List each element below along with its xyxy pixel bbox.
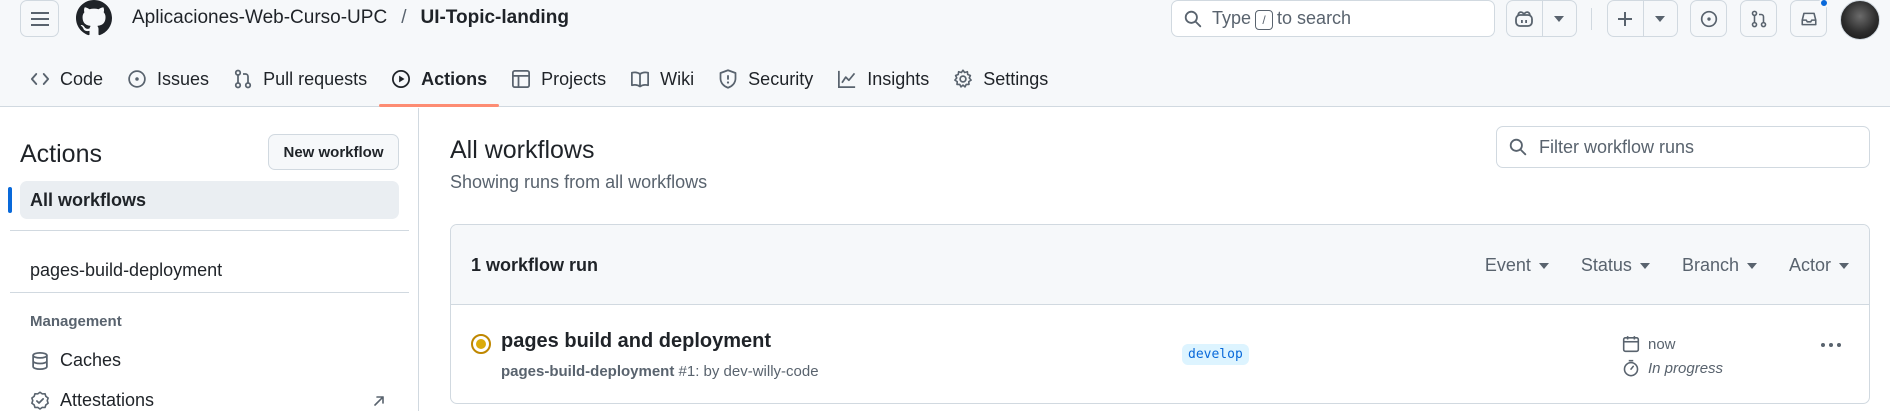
table-icon — [512, 70, 531, 88]
runs-list-header: 1 workflow run Event Status Branch Actor — [451, 225, 1869, 305]
sidebar-item-workflow[interactable]: pages-build-deployment — [30, 260, 222, 281]
tab-insights[interactable]: Insights — [825, 60, 941, 98]
repo-name-link[interactable]: UI-Topic-landing — [420, 7, 568, 29]
issue-opened-icon — [1700, 10, 1717, 27]
run-title-link[interactable]: pages build and deployment — [501, 330, 771, 353]
kebab-dot — [1821, 343, 1825, 347]
copilot-icon[interactable] — [1507, 1, 1542, 36]
chevron-down-icon[interactable] — [1642, 1, 1678, 36]
search-icon — [1184, 10, 1202, 27]
kebab-dot — [1829, 343, 1833, 347]
tab-code[interactable]: Code — [18, 60, 115, 98]
filter-placeholder: Filter workflow runs — [1539, 136, 1695, 157]
shield-icon — [719, 69, 737, 89]
chevron-down-icon — [1639, 262, 1650, 269]
graph-icon — [838, 70, 856, 88]
github-logo-icon[interactable] — [76, 0, 112, 36]
new-workflow-button[interactable]: New workflow — [268, 134, 399, 170]
book-icon — [631, 71, 650, 88]
database-icon — [32, 351, 48, 370]
tab-pull-requests[interactable]: Pull requests — [221, 60, 379, 98]
repo-owner-link[interactable]: Aplicaciones-Web-Curso-UPC — [132, 7, 387, 29]
slash-key: / — [1255, 9, 1274, 30]
sidebar-title: Actions — [20, 140, 102, 168]
inbox-button[interactable] — [1790, 0, 1829, 37]
create-new-button[interactable] — [1607, 0, 1678, 37]
verified-icon — [31, 390, 49, 410]
active-indicator — [8, 187, 12, 213]
code-icon — [30, 73, 50, 85]
run-count: 1 workflow run — [471, 255, 599, 275]
run-duration: In progress — [1622, 359, 1723, 377]
status-filter-dropdown[interactable]: Status — [1581, 255, 1650, 276]
sidebar-divider — [10, 230, 409, 231]
stopwatch-icon — [1623, 359, 1639, 377]
tab-security[interactable]: Security — [706, 60, 825, 98]
tab-settings[interactable]: Settings — [941, 60, 1060, 98]
header-divider — [1591, 8, 1592, 30]
run-meta: pages-build-deployment #1: by dev-willy-… — [501, 363, 819, 380]
avatar[interactable] — [1840, 0, 1880, 40]
issues-button[interactable] — [1690, 0, 1727, 37]
external-link-icon[interactable] — [372, 394, 386, 408]
search-input[interactable]: Type / to search — [1171, 0, 1495, 37]
search-placeholder: Type / to search — [1212, 7, 1352, 30]
notification-dot — [1819, 0, 1829, 8]
play-icon — [392, 70, 411, 88]
run-workflow-name: pages-build-deployment — [501, 363, 675, 380]
menu-button[interactable] — [20, 0, 59, 37]
sidebar-item-caches[interactable]: Caches — [30, 350, 121, 371]
chevron-down-icon — [1746, 262, 1757, 269]
actor-filter-dropdown[interactable]: Actor — [1789, 255, 1849, 276]
chevron-down-icon[interactable] — [1541, 1, 1577, 36]
runs-filters: Event Status Branch Actor — [1485, 255, 1849, 276]
branch-badge[interactable]: develop — [1182, 344, 1249, 365]
sidebar-item-attestations[interactable]: Attestations — [30, 390, 154, 411]
tab-actions[interactable]: Actions — [379, 60, 500, 107]
page-subtitle: Showing runs from all workflows — [450, 172, 708, 192]
hamburger-icon — [30, 11, 49, 26]
gear-icon — [954, 69, 973, 88]
pull-request-icon — [1751, 10, 1766, 27]
tab-projects[interactable]: Projects — [499, 60, 618, 98]
actions-sidebar: Actions New workflow All workflows pages… — [0, 108, 419, 411]
kebab-dot — [1837, 343, 1841, 347]
copilot-button[interactable] — [1506, 0, 1577, 37]
event-filter-dropdown[interactable]: Event — [1485, 255, 1549, 276]
run-options-button[interactable] — [1821, 343, 1841, 347]
issue-icon — [128, 70, 146, 88]
app-header: Aplicaciones-Web-Curso-UPC / UI-Topic-la… — [0, 0, 1890, 107]
search-icon — [1509, 138, 1527, 156]
calendar-icon — [1622, 336, 1640, 353]
plus-icon[interactable] — [1608, 1, 1643, 36]
breadcrumb: Aplicaciones-Web-Curso-UPC / UI-Topic-la… — [132, 7, 569, 29]
breadcrumb-separator: / — [401, 7, 407, 28]
tab-issues[interactable]: Issues — [115, 60, 221, 98]
page-title: All workflows — [450, 136, 595, 164]
sidebar-divider — [10, 292, 409, 293]
sidebar-item-all-workflows[interactable]: All workflows — [20, 181, 399, 219]
workflow-runs-list: 1 workflow run Event Status Branch Actor… — [450, 224, 1870, 404]
branch-filter-dropdown[interactable]: Branch — [1682, 255, 1757, 276]
inbox-icon — [1800, 12, 1817, 25]
in-progress-status-icon — [471, 334, 491, 354]
management-heading: Management — [30, 313, 122, 330]
pull-request-icon — [234, 69, 252, 89]
pull-requests-button[interactable] — [1740, 0, 1777, 37]
filter-runs-input[interactable]: Filter workflow runs — [1496, 126, 1870, 168]
tab-wiki[interactable]: Wiki — [618, 60, 706, 98]
chevron-down-icon — [1839, 262, 1849, 269]
chevron-down-icon — [1538, 262, 1549, 269]
run-time: now — [1622, 335, 1676, 353]
run-number-author: #1: by dev-willy-code — [678, 363, 819, 380]
repo-nav: Code Issues Pull requests Actions Projec… — [18, 60, 1060, 107]
